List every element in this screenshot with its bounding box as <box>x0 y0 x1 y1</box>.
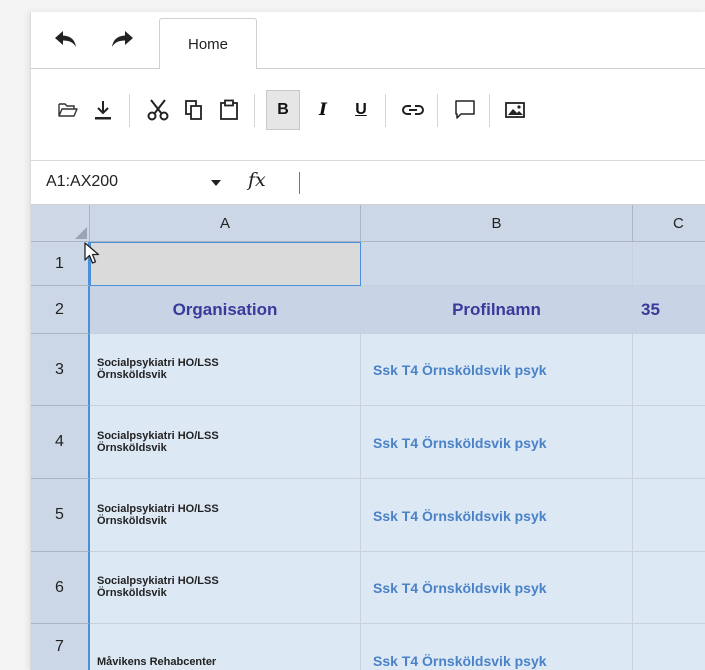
paste-button[interactable] <box>212 90 246 130</box>
ribbon-separator <box>489 94 490 127</box>
redo-button[interactable] <box>107 24 137 54</box>
cell-a5[interactable]: Socialpsykiatri HO/LSS Örnsköldsvik <box>90 479 361 552</box>
cell-c2[interactable]: 35 <box>633 286 705 334</box>
column-header-c[interactable]: C <box>633 205 705 242</box>
cell-c5[interactable] <box>633 479 705 552</box>
tab-home-label: Home <box>187 35 228 53</box>
comment-button[interactable] <box>448 90 482 130</box>
row-header[interactable]: 2 <box>31 286 90 334</box>
corner-triangle-icon <box>75 227 87 239</box>
row-header[interactable]: 3 <box>31 334 90 406</box>
cell-a2[interactable]: Organisation <box>90 286 361 334</box>
cell-c6[interactable] <box>633 552 705 624</box>
cell-c1[interactable] <box>633 242 705 286</box>
header-organisation: Organisation <box>172 299 278 319</box>
organisation-line1: Socialpsykiatri HO/LSS <box>97 357 219 369</box>
italic-icon: I <box>319 100 327 120</box>
select-all-corner[interactable] <box>31 205 90 242</box>
spreadsheet-grid: A B C 1 2 Organisation Profilnamn 35 3 S… <box>31 205 705 670</box>
caret-down-icon <box>211 180 221 186</box>
cell-c3[interactable] <box>633 334 705 406</box>
column-header-b[interactable]: B <box>361 205 633 242</box>
profile-name: Ssk T4 Örnsköldsvik psyk <box>373 508 547 524</box>
cell-a7[interactable]: Måvikens Rehabcenter <box>90 624 361 670</box>
row-header[interactable]: 5 <box>31 479 90 552</box>
bold-icon: B <box>277 101 289 118</box>
fx-icon: fx <box>248 169 266 191</box>
link-button[interactable] <box>396 90 430 130</box>
organisation-line1: Måvikens Rehabcenter <box>97 656 217 668</box>
bold-button[interactable]: B <box>266 90 300 130</box>
image-button[interactable] <box>498 90 532 130</box>
download-button[interactable] <box>86 90 120 130</box>
italic-button[interactable]: I <box>306 90 340 130</box>
organisation-line2: Örnsköldsvik <box>97 442 167 454</box>
formula-input[interactable] <box>305 169 695 195</box>
copy-button[interactable] <box>177 90 211 130</box>
row-header[interactable]: 6 <box>31 552 90 624</box>
download-icon <box>95 101 111 120</box>
column-header-a[interactable]: A <box>90 205 361 242</box>
header-35: 35 <box>641 299 660 319</box>
cut-button[interactable] <box>141 90 175 130</box>
ribbon-separator <box>129 94 130 127</box>
image-icon <box>505 102 525 118</box>
row-header[interactable]: 4 <box>31 406 90 479</box>
name-box[interactable]: A1:AX200 <box>46 173 118 191</box>
underline-button[interactable]: U <box>344 90 378 130</box>
profile-name: Ssk T4 Örnsköldsvik psyk <box>373 435 547 451</box>
open-icon <box>58 103 78 117</box>
link-icon <box>402 105 424 115</box>
cell-c7[interactable] <box>633 624 705 670</box>
row-number: 7 <box>55 637 64 655</box>
open-button[interactable] <box>51 90 85 130</box>
cell-b2[interactable]: Profilnamn <box>361 286 633 334</box>
row-header[interactable]: 7 <box>31 624 90 670</box>
organisation-line1: Socialpsykiatri HO/LSS <box>97 430 219 442</box>
organisation-line2: Örnsköldsvik <box>97 515 167 527</box>
redo-icon <box>112 31 133 47</box>
organisation-line1: Socialpsykiatri HO/LSS <box>97 575 219 587</box>
undo-icon <box>55 31 76 47</box>
header-profilnamn: Profilnamn <box>452 299 541 319</box>
underline-icon: U <box>355 101 367 118</box>
ribbon-separator <box>254 94 255 127</box>
comment-icon <box>455 100 475 119</box>
ribbon-separator <box>437 94 438 127</box>
cell-c4[interactable] <box>633 406 705 479</box>
formula-bar: A1:AX200 fx <box>31 161 705 205</box>
row-header[interactable]: 1 <box>31 242 90 286</box>
spreadsheet-app: Home B I U A1:AX200 fx A B C 1 2 Organis… <box>30 12 705 670</box>
organisation-line1: Socialpsykiatri HO/LSS <box>97 503 219 515</box>
cell-a6[interactable]: Socialpsykiatri HO/LSS Örnsköldsvik <box>90 552 361 624</box>
cut-icon <box>147 99 169 121</box>
formula-caret <box>299 172 300 194</box>
undo-button[interactable] <box>51 24 81 54</box>
tab-home[interactable]: Home <box>159 18 257 69</box>
paste-icon <box>220 99 238 120</box>
cell-b3[interactable]: Ssk T4 Örnsköldsvik psyk <box>361 334 633 406</box>
cell-b4[interactable]: Ssk T4 Örnsköldsvik psyk <box>361 406 633 479</box>
tab-bar: Home <box>31 12 705 69</box>
organisation-line2: Örnsköldsvik <box>97 587 167 599</box>
cell-a4[interactable]: Socialpsykiatri HO/LSS Örnsköldsvik <box>90 406 361 479</box>
profile-name: Ssk T4 Örnsköldsvik psyk <box>373 580 547 596</box>
profile-name: Ssk T4 Örnsköldsvik psyk <box>373 362 547 378</box>
ribbon-separator <box>385 94 386 127</box>
name-box-dropdown[interactable] <box>207 173 225 193</box>
cell-b1[interactable] <box>361 242 633 286</box>
profile-name: Ssk T4 Örnsköldsvik psyk <box>373 653 547 669</box>
cell-b5[interactable]: Ssk T4 Örnsköldsvik psyk <box>361 479 633 552</box>
ribbon-toolbar: B I U <box>31 69 705 161</box>
cell-b6[interactable]: Ssk T4 Örnsköldsvik psyk <box>361 552 633 624</box>
cell-a1[interactable] <box>90 242 361 286</box>
cell-a3[interactable]: Socialpsykiatri HO/LSS Örnsköldsvik <box>90 334 361 406</box>
mouse-cursor-icon <box>84 242 100 264</box>
cell-b7[interactable]: Ssk T4 Örnsköldsvik psyk <box>361 624 633 670</box>
copy-icon <box>185 100 202 120</box>
organisation-line2: Örnsköldsvik <box>97 369 167 381</box>
